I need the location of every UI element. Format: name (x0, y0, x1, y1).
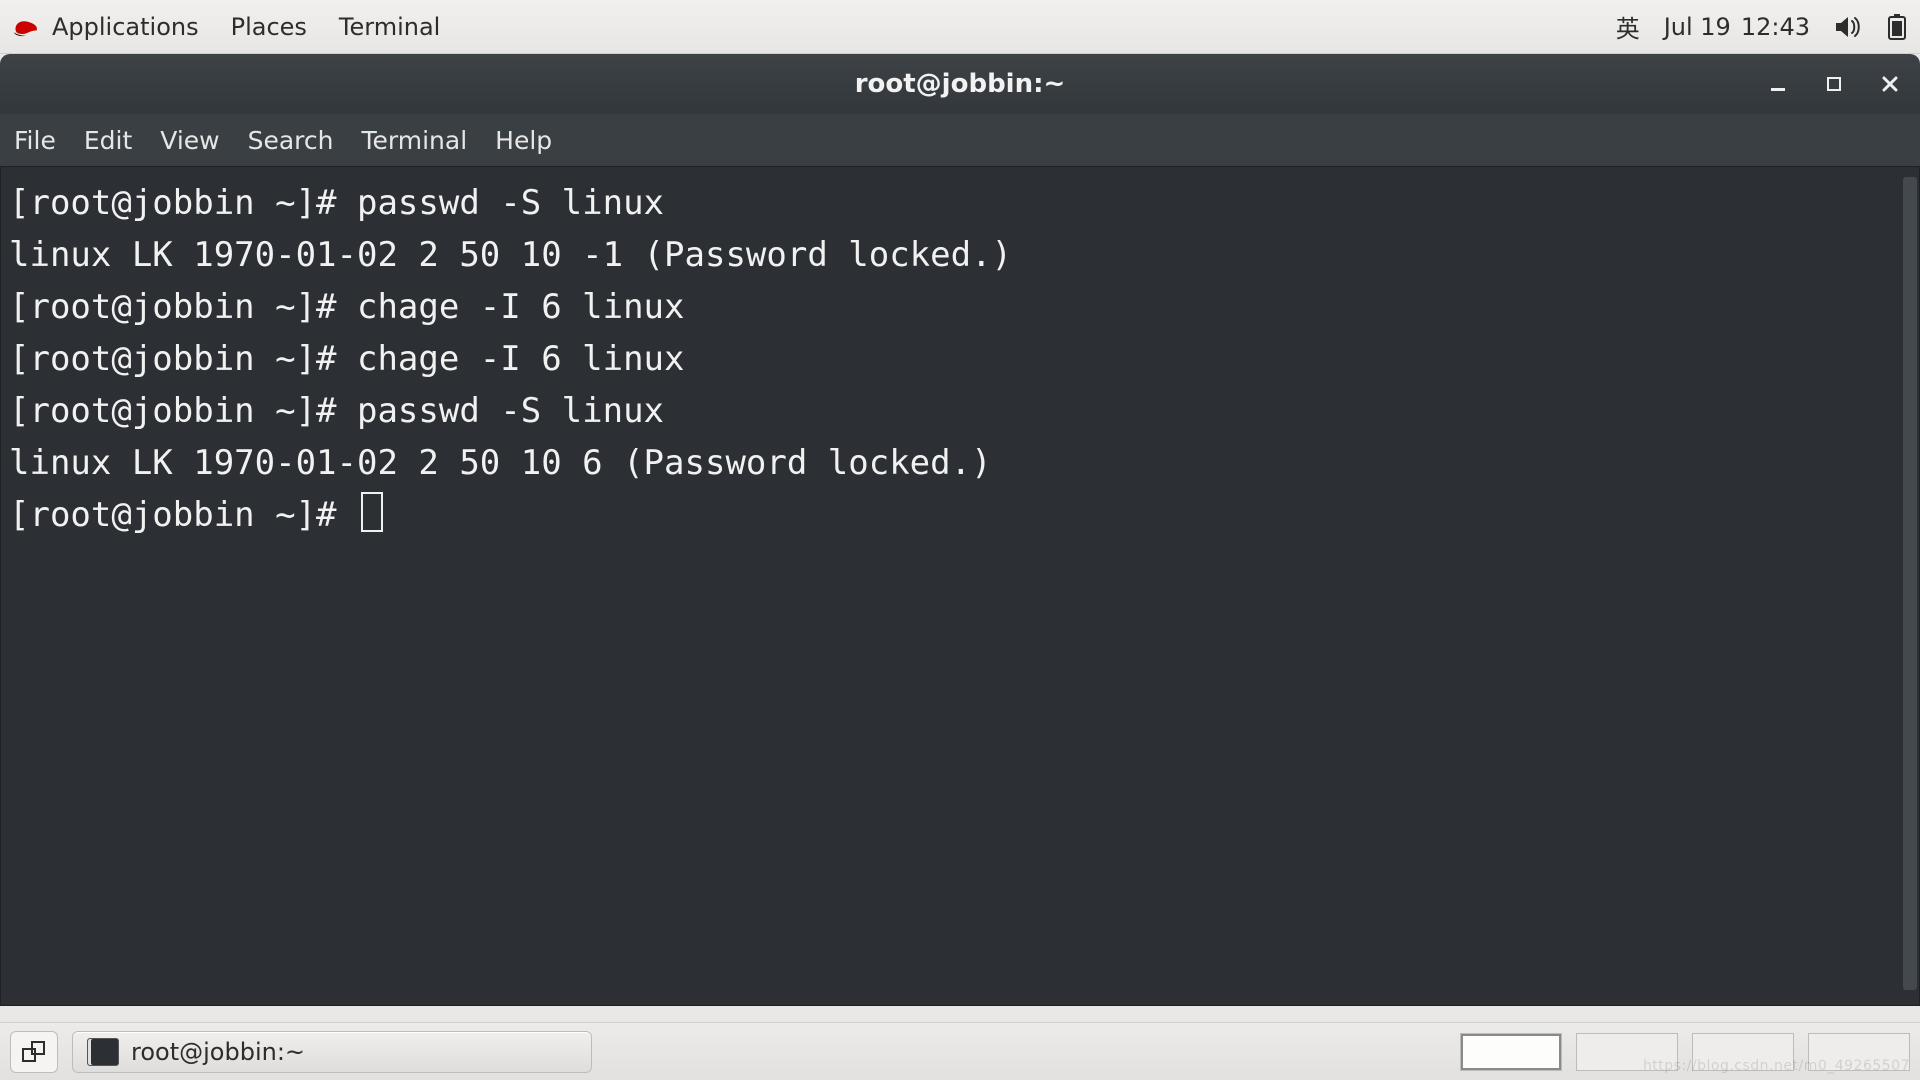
bottom-task-panel: root@jobbin:~ https://blog.csdn.net/m0_4… (0, 1022, 1920, 1080)
terminal-line: linux LK 1970-01-02 2 50 10 -1 (Password… (9, 229, 1909, 281)
menu-terminal-top[interactable]: Terminal (339, 13, 440, 41)
terminal-prompt: [root@jobbin ~]# (9, 495, 357, 535)
workspace-1[interactable] (1460, 1033, 1562, 1071)
clock-time[interactable]: 12:43 (1741, 13, 1810, 41)
window-titlebar[interactable]: root@jobbin:~ (0, 54, 1920, 114)
menu-file[interactable]: File (14, 126, 56, 155)
menu-view[interactable]: View (160, 126, 219, 155)
top-gnome-panel: Applications Places Terminal 英 Jul 19 12… (0, 0, 1920, 54)
volume-icon[interactable] (1834, 15, 1862, 39)
task-button-terminal[interactable]: root@jobbin:~ (72, 1031, 592, 1073)
terminal-line: [root@jobbin ~]# passwd -S linux (9, 177, 1909, 229)
input-method-indicator[interactable]: 英 (1616, 9, 1640, 44)
minimize-button[interactable] (1766, 76, 1790, 92)
show-desktop-button[interactable] (10, 1031, 58, 1073)
menu-search[interactable]: Search (248, 126, 334, 155)
window-title: root@jobbin:~ (855, 69, 1066, 99)
redhat-icon (12, 15, 40, 39)
terminal-app-icon (87, 1038, 119, 1066)
terminal-body[interactable]: [root@jobbin ~]# passwd -S linuxlinux LK… (0, 166, 1920, 1006)
terminal-menubar: File Edit View Search Terminal Help (0, 114, 1920, 166)
battery-icon[interactable] (1886, 13, 1908, 41)
clock-date[interactable]: Jul 19 (1664, 13, 1731, 41)
menu-help[interactable]: Help (495, 126, 552, 155)
menu-terminal[interactable]: Terminal (361, 126, 467, 155)
window-controls (1766, 54, 1902, 114)
maximize-button[interactable] (1822, 77, 1846, 91)
terminal-scrollbar[interactable] (1903, 177, 1917, 990)
terminal-window: root@jobbin:~ File Edit View Search Term… (0, 54, 1920, 1006)
terminal-prompt-line: [root@jobbin ~]# (9, 489, 1909, 541)
terminal-line: [root@jobbin ~]# chage -I 6 linux (9, 281, 1909, 333)
terminal-cursor (361, 492, 383, 532)
terminal-line: [root@jobbin ~]# passwd -S linux (9, 385, 1909, 437)
menu-places[interactable]: Places (231, 13, 307, 41)
menu-applications[interactable]: Applications (52, 13, 199, 41)
menu-edit[interactable]: Edit (84, 126, 132, 155)
terminal-line: [root@jobbin ~]# chage -I 6 linux (9, 333, 1909, 385)
watermark: https://blog.csdn.net/m0_49265507 (1643, 1058, 1910, 1074)
terminal-line: linux LK 1970-01-02 2 50 10 6 (Password … (9, 437, 1909, 489)
task-button-label: root@jobbin:~ (131, 1038, 305, 1066)
close-button[interactable] (1878, 76, 1902, 92)
